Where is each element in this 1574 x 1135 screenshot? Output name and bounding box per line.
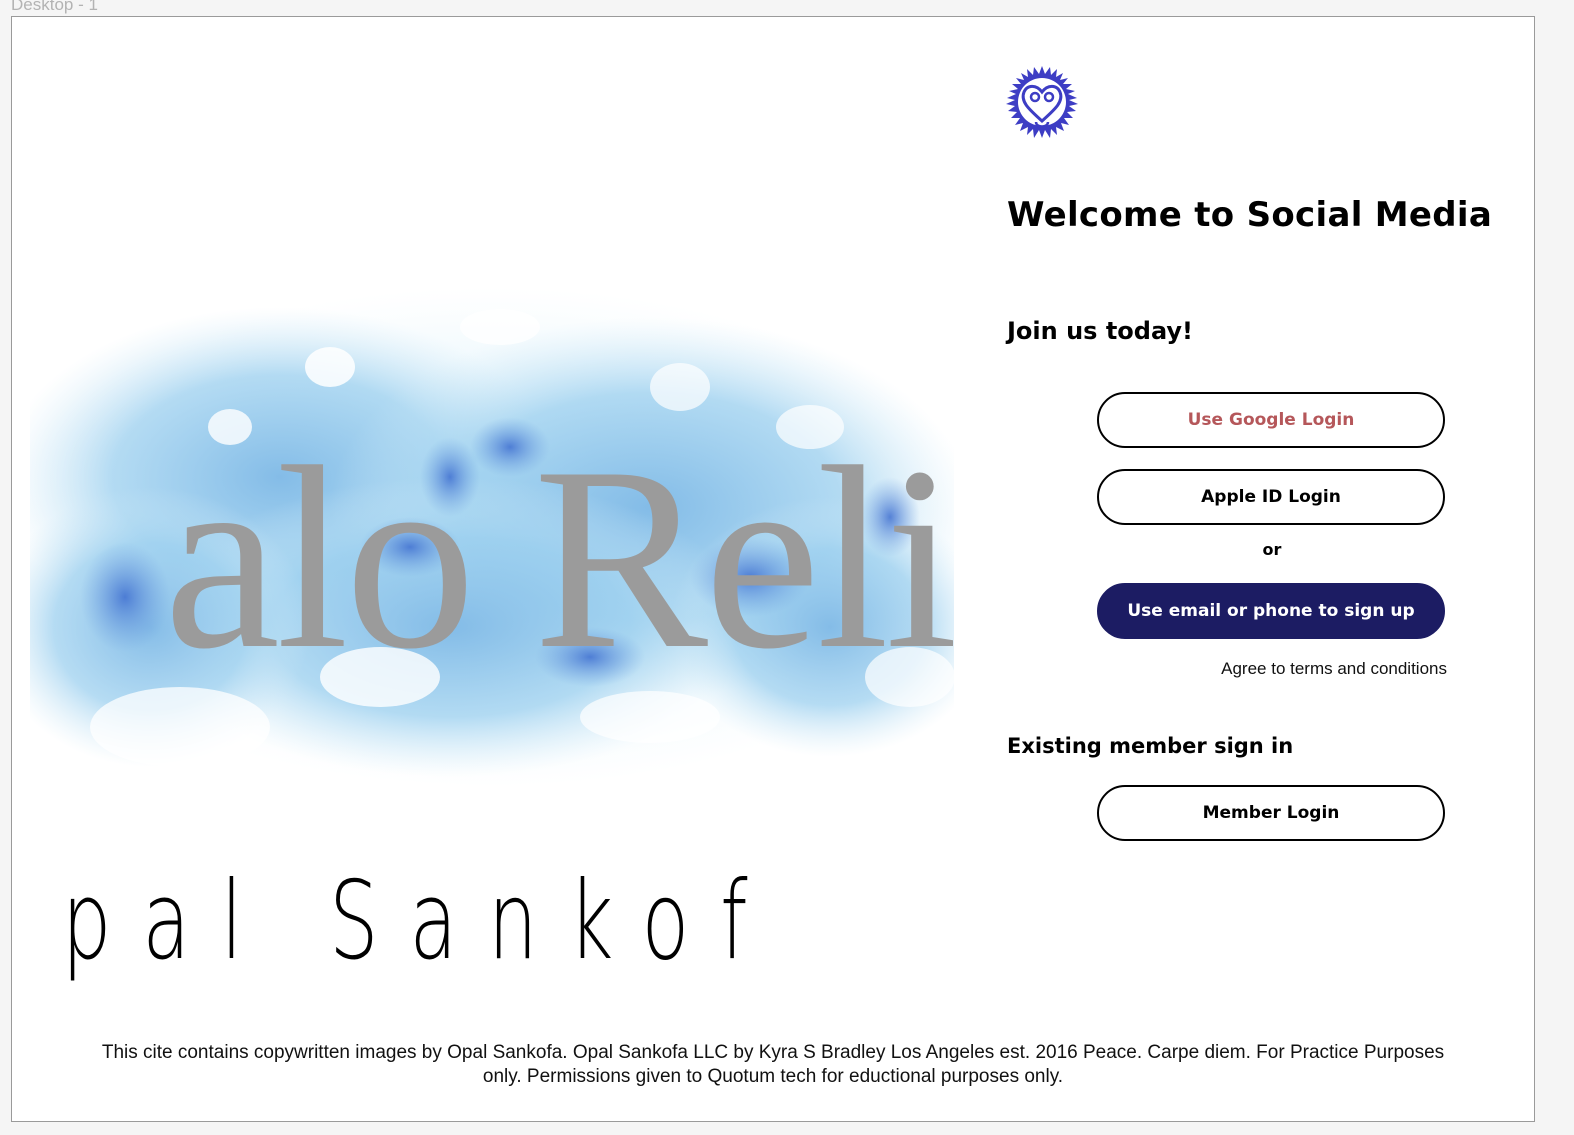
footer-copyright: This cite contains copywritten images by…: [101, 1042, 1445, 1087]
existing-member-heading: Existing member sign in: [1007, 734, 1294, 758]
hero-watercolor-image: alo Reli: [30, 247, 954, 887]
frame-label: Desktop - 1: [11, 0, 98, 14]
hero-brand-subtitle: pal Sankof: [62, 859, 779, 984]
hero-subtitle-area: pal Sankof: [12, 857, 952, 997]
page-title: Welcome to Social Media: [1007, 195, 1493, 235]
sankofa-heart-icon: [1006, 66, 1078, 138]
google-login-button[interactable]: Use Google Login: [1097, 392, 1445, 448]
join-heading: Join us today!: [1007, 317, 1193, 345]
hero-brand-text: alo Reli: [163, 413, 954, 703]
member-login-button[interactable]: Member Login: [1097, 785, 1445, 841]
desktop-frame: alo Reli pal Sankof Welcome to Social Me…: [11, 16, 1535, 1122]
or-divider-label: or: [1262, 540, 1282, 559]
terms-and-conditions-link[interactable]: Agree to terms and conditions: [1097, 659, 1447, 679]
apple-id-login-button[interactable]: Apple ID Login: [1097, 469, 1445, 525]
email-phone-signup-button[interactable]: Use email or phone to sign up: [1097, 583, 1445, 639]
